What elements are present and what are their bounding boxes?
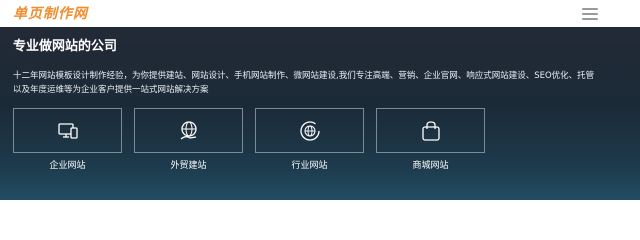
- service-card-mall[interactable]: [376, 108, 485, 153]
- service-card-enterprise[interactable]: [13, 108, 122, 153]
- service-label-mall[interactable]: 商城网站: [376, 160, 485, 172]
- hero-section: 专业做网站的公司 十二年网站模板设计制作经验，为你提供建站、网站设计、手机网站制…: [0, 27, 640, 200]
- globe-refresh-icon: [299, 120, 320, 141]
- shopping-bag-icon: [421, 120, 440, 141]
- hero-description: 十二年网站模板设计制作经验，为你提供建站、网站设计、手机网站制作、微网站建设,我…: [13, 69, 633, 97]
- service-label-enterprise[interactable]: 企业网站: [13, 160, 122, 172]
- hamburger-menu-icon[interactable]: [580, 6, 602, 22]
- globe-hand-icon: [180, 120, 197, 140]
- site-logo[interactable]: 单页制作网: [13, 4, 88, 24]
- service-label-industry[interactable]: 行业网站: [255, 160, 364, 172]
- monitor-phone-icon: [57, 122, 78, 139]
- hero-description-line-2: 以及年度运维等为企业客户提供一站式网站解决方案: [13, 85, 209, 95]
- hero-description-line-1: 十二年网站模板设计制作经验，为你提供建站、网站设计、手机网站制作、微网站建设,我…: [13, 71, 595, 81]
- service-label-foreign-trade[interactable]: 外贸建站: [134, 160, 243, 172]
- service-card-foreign-trade[interactable]: [134, 108, 243, 153]
- hero-title: 专业做网站的公司: [13, 39, 118, 54]
- top-bar: 单页制作网: [0, 0, 640, 27]
- service-card-industry[interactable]: [255, 108, 364, 153]
